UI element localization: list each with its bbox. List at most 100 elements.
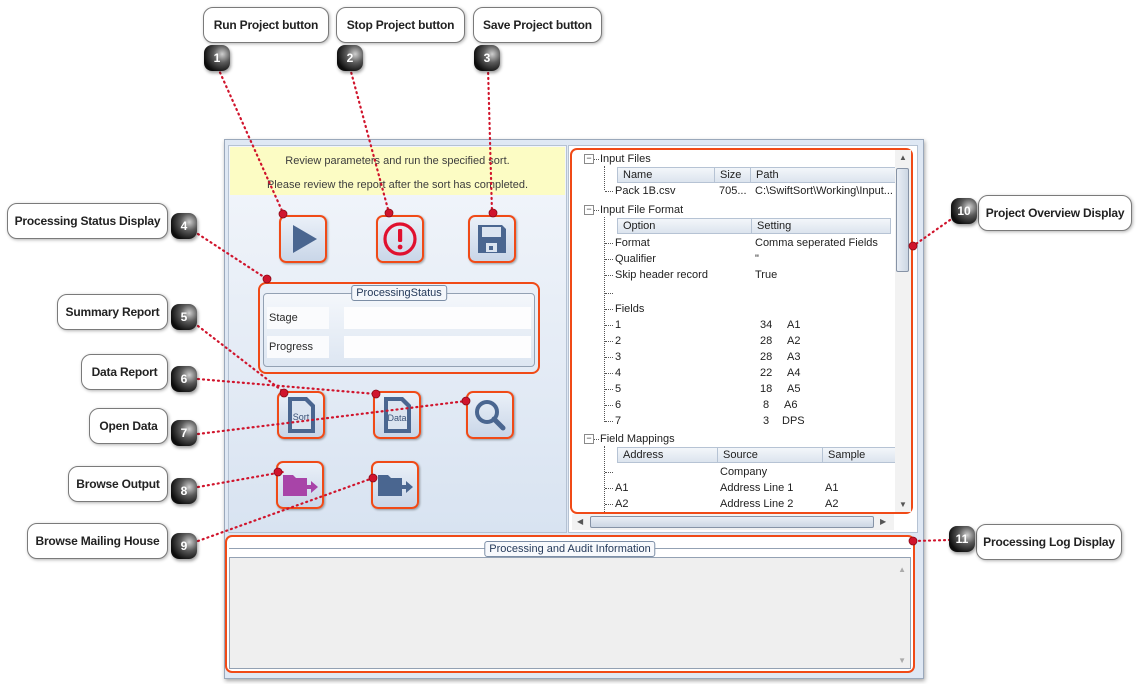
callout-badge-5: 5	[171, 304, 197, 330]
save-project-button[interactable]	[468, 215, 516, 263]
callout-open-data: Open Data	[89, 408, 168, 444]
callout-badge-6: 6	[171, 366, 197, 392]
folder-arrow-icon	[283, 475, 318, 496]
scroll-up-icon[interactable]: ▲	[899, 153, 907, 162]
mapping-source: Address Line 1	[720, 482, 794, 494]
processing-log-group: Processing and Audit Information ▲ ▼	[225, 535, 915, 673]
format-setting: Comma seperated Fields	[755, 237, 878, 249]
callout-save-project: Save Project button	[473, 7, 602, 43]
callout-badge-2: 2	[337, 45, 363, 71]
horizontal-scroll-thumb[interactable]	[590, 516, 874, 528]
overview-horizontal-scrollbar[interactable]: ◀ ▶	[572, 514, 894, 530]
input-files-header: Name Size Path	[617, 167, 899, 183]
field-name: A1	[787, 319, 801, 331]
callout-badge-8: 8	[171, 478, 197, 504]
tree-node-field-mappings[interactable]: Field Mappings	[600, 431, 675, 447]
mapping-address: A2	[615, 498, 629, 510]
callout-badge-7: 7	[171, 420, 197, 446]
banner-line-2: Please review the report after the sort …	[266, 179, 529, 191]
scroll-left-icon[interactable]: ◀	[577, 517, 583, 526]
callout-run-project: Run Project button	[203, 7, 329, 43]
vertical-scroll-thumb[interactable]	[896, 168, 909, 272]
qualifier-option: Qualifier	[615, 253, 656, 265]
processing-status-group: ProcessingStatus Stage Progress	[258, 282, 540, 374]
callout-badge-4: 4	[171, 213, 197, 239]
callout-stop-project: Stop Project button	[336, 7, 465, 43]
processing-log-textarea[interactable]	[229, 557, 911, 669]
run-project-button[interactable]	[279, 215, 327, 263]
field-number: 7	[615, 415, 622, 427]
field-name: A3	[787, 351, 801, 363]
input-format-header: Option Setting	[617, 218, 891, 234]
col-size[interactable]: Size	[715, 168, 751, 182]
data-report-button[interactable]: Data	[373, 391, 421, 439]
field-length: 22	[760, 367, 773, 379]
stop-exclamation-icon	[383, 222, 417, 256]
col-source[interactable]: Source	[718, 448, 823, 462]
field-name: DPS	[782, 415, 805, 427]
document-icon: Sort	[288, 397, 315, 433]
callout-data-report: Data Report	[81, 354, 168, 390]
tree-node-input-files[interactable]: Input Files	[600, 151, 651, 167]
callout-badge-3: 3	[474, 45, 500, 71]
field-mappings-header: Address Source Sample	[617, 447, 899, 463]
callout-processing-log: Processing Log Display	[976, 524, 1122, 560]
qualifier-setting: "	[755, 253, 759, 265]
callout-project-overview: Project Overview Display	[978, 195, 1132, 231]
summary-report-button[interactable]: Sort	[277, 391, 325, 439]
collapse-toggle[interactable]: −	[584, 434, 594, 444]
scroll-up-icon[interactable]: ▲	[898, 565, 906, 574]
fields-node: Fields	[615, 303, 645, 315]
field-number: 1	[615, 319, 622, 331]
overview-vertical-scrollbar[interactable]: ▲ ▼	[895, 150, 911, 512]
field-number: 5	[615, 383, 622, 395]
field-length: 28	[760, 335, 773, 347]
folder-arrow-icon	[378, 475, 413, 496]
scroll-down-icon[interactable]: ▼	[899, 500, 907, 509]
col-option[interactable]: Option	[618, 219, 752, 233]
browse-mailing-house-button[interactable]	[371, 461, 419, 509]
magnifier-icon	[475, 400, 506, 431]
collapse-toggle[interactable]: −	[584, 205, 594, 215]
callout-processing-status: Processing Status Display	[7, 203, 168, 239]
col-path[interactable]: Path	[751, 168, 899, 182]
col-address[interactable]: Address	[618, 448, 718, 462]
play-icon	[293, 225, 317, 253]
collapse-toggle[interactable]: −	[584, 154, 594, 164]
input-file-name[interactable]: Pack 1B.csv	[615, 183, 676, 199]
stage-value	[344, 307, 531, 329]
field-name: A4	[787, 367, 801, 379]
field-name: A2	[787, 335, 801, 347]
open-data-button[interactable]	[466, 391, 514, 439]
progress-label: Progress	[267, 336, 329, 358]
field-name: A5	[787, 383, 801, 395]
field-number: 6	[615, 399, 622, 411]
scroll-right-icon[interactable]: ▶	[880, 517, 886, 526]
mapping-source: Address Line 2	[720, 498, 794, 510]
callout-summary-report: Summary Report	[57, 294, 168, 330]
format-option: Format	[615, 237, 650, 249]
field-name: A6	[784, 399, 798, 411]
processing-status-title: ProcessingStatus	[351, 285, 447, 301]
input-file-size: 705...	[719, 185, 747, 197]
col-name[interactable]: Name	[618, 168, 715, 182]
field-length: 28	[760, 351, 773, 363]
floppy-disk-icon	[478, 225, 506, 253]
callout-browse-output: Browse Output	[68, 466, 168, 502]
tree-node-input-file-format[interactable]: Input File Format	[600, 202, 683, 218]
field-length: 18	[760, 383, 773, 395]
col-setting[interactable]: Setting	[752, 219, 890, 233]
field-number: 3	[615, 351, 622, 363]
col-sample[interactable]: Sample	[823, 448, 900, 462]
stop-project-button[interactable]	[376, 215, 424, 263]
mapping-sample: A2	[825, 498, 839, 510]
processing-log-title: Processing and Audit Information	[484, 541, 656, 557]
data-doc-label: Data	[387, 413, 406, 423]
scroll-down-icon[interactable]: ▼	[898, 656, 906, 665]
project-overview-tree[interactable]: − Input Files Name Size Path Pack 1B.csv…	[570, 148, 913, 514]
browse-output-button[interactable]	[276, 461, 324, 509]
callout-badge-9: 9	[171, 533, 197, 559]
skip-header-option: Skip header record	[615, 269, 708, 281]
progress-value	[344, 336, 531, 358]
field-number: 4	[615, 367, 622, 379]
